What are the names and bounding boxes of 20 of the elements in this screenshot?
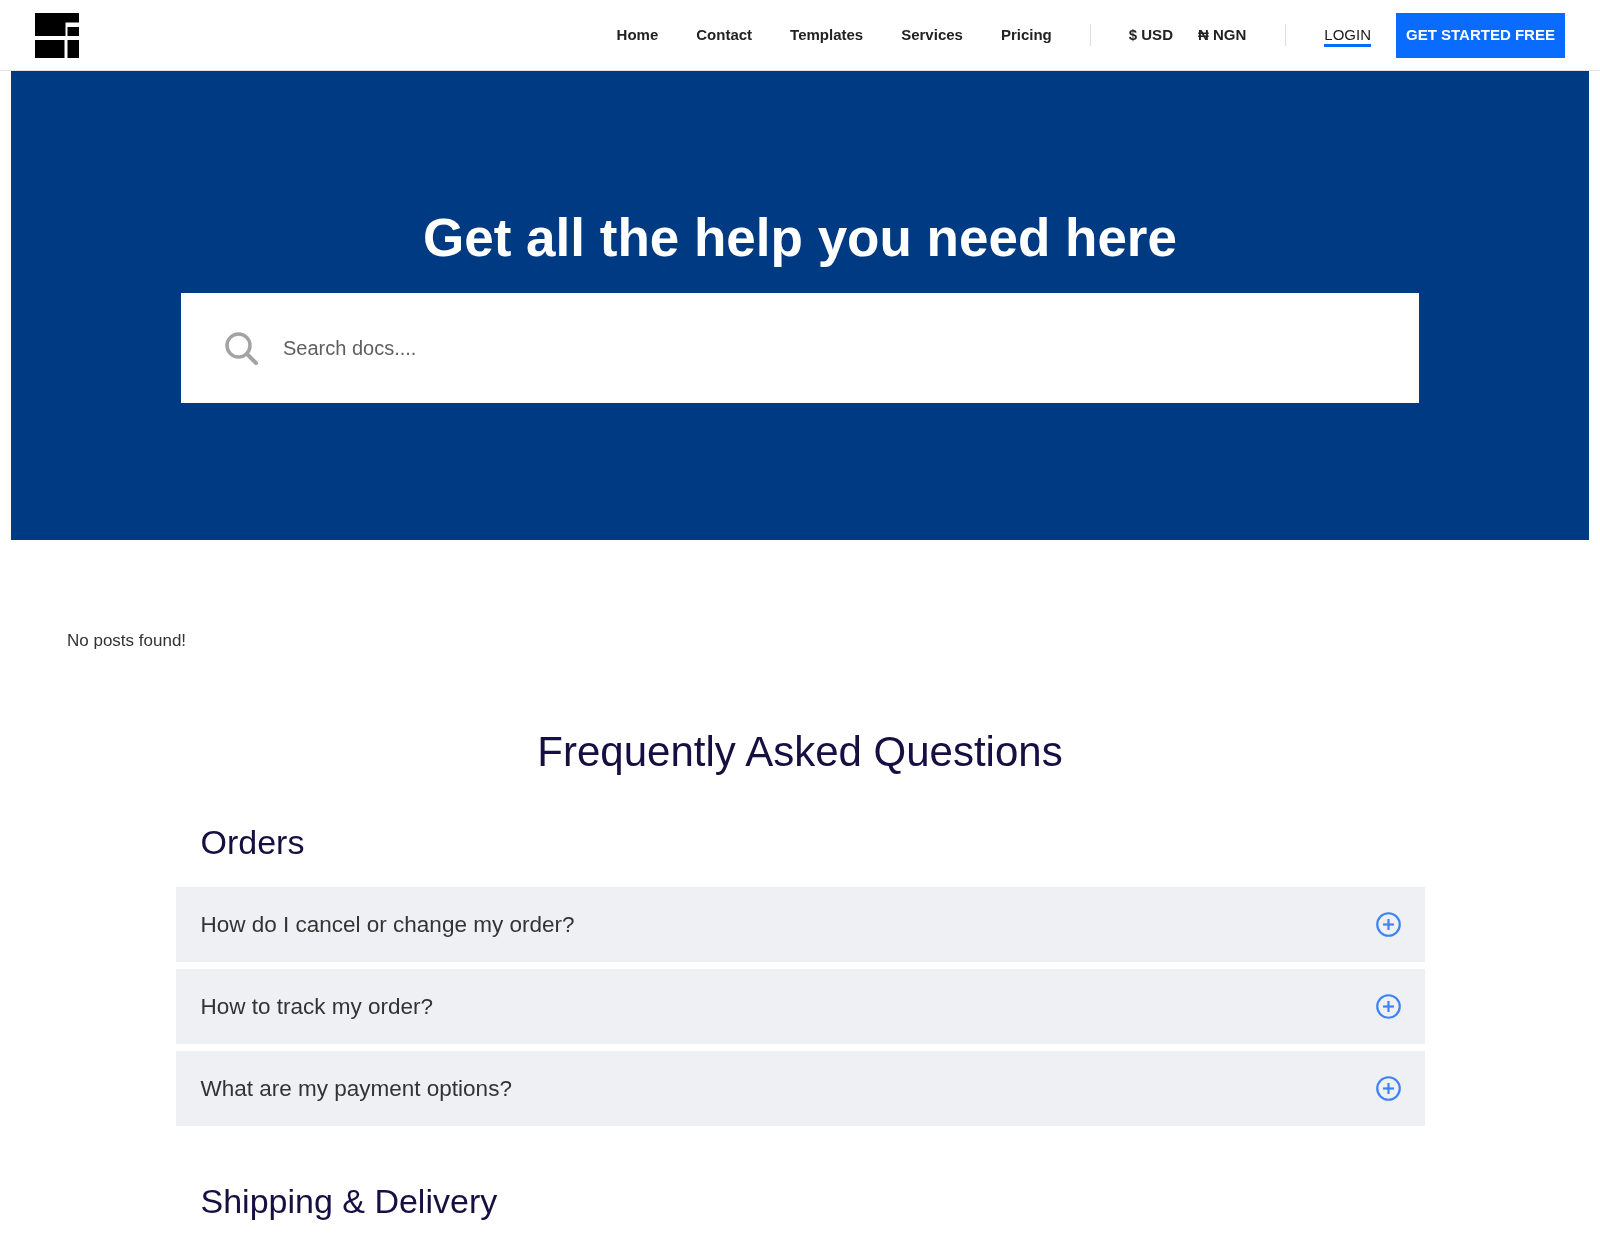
section-title: Shipping & Delivery (200, 1183, 498, 1219)
section-title: Orders (200, 824, 305, 860)
nav-link[interactable]: Pricing (1000, 23, 1052, 47)
hero-title: Get all the help you need here (423, 208, 1177, 268)
search-field[interactable]: Search docs.... (181, 293, 1419, 403)
currency-link[interactable]: ₦ NGN (1197, 23, 1247, 47)
faq-title: Frequently Asked Questions (537, 729, 1063, 775)
nav-link[interactable]: Home (616, 23, 659, 47)
faq-question[interactable]: How do I cancel or change my order? (175, 887, 1425, 962)
search-icon (225, 332, 258, 365)
site-logo[interactable] (35, 12, 79, 58)
nav-link[interactable]: Contact (696, 23, 753, 47)
login-link[interactable]: LOGIN (1324, 23, 1371, 47)
currency-link[interactable]: $ USD (1128, 23, 1173, 47)
faq-question[interactable]: What are my payment options? (175, 1051, 1425, 1126)
nav-link[interactable]: Templates (790, 23, 864, 47)
faq-question[interactable]: How to track my order? (175, 969, 1425, 1044)
empty-message: No posts found! (67, 630, 187, 652)
get-started-button[interactable]: GET STARTED FREE (1396, 12, 1565, 58)
nav-link[interactable]: Services (901, 23, 963, 47)
